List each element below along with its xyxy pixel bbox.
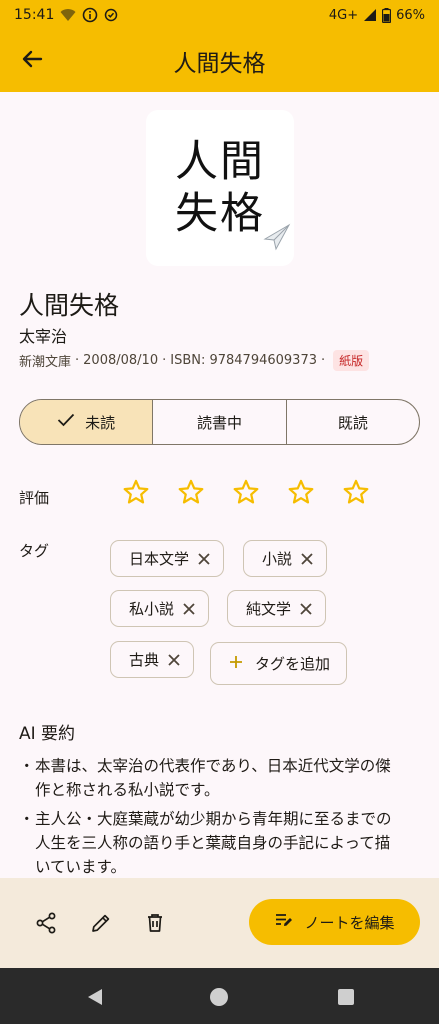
delete-icon[interactable] (140, 908, 170, 938)
nav-recents-icon[interactable] (335, 986, 357, 1008)
meta-separator: · (162, 353, 167, 368)
star-2-icon[interactable] (177, 478, 205, 506)
rating-label: 評価 (19, 489, 50, 507)
meta-separator: · (75, 353, 80, 368)
summary-line: 人生を三人称の語り手と葉蔵自身の手記によって描 (35, 834, 391, 852)
tag-label: 純文学 (246, 600, 292, 618)
book-author: 太宰治 (19, 327, 68, 346)
close-icon[interactable] (299, 602, 313, 616)
tag-chip[interactable]: 古典 (110, 641, 195, 678)
note-edit-icon (274, 911, 294, 933)
add-tag-label: タグを追加 (255, 655, 331, 673)
paper-plane-icon (262, 212, 292, 264)
nav-home-icon[interactable] (208, 986, 230, 1008)
close-icon[interactable] (167, 653, 181, 667)
app-bar: 人間失格 (0, 30, 439, 92)
status-finished-segment[interactable]: 既読 (285, 400, 419, 444)
sync-check-icon (104, 8, 118, 22)
share-icon[interactable] (31, 908, 61, 938)
tag-chip[interactable]: 日本文学 (110, 540, 225, 577)
add-tag-button[interactable]: タグを追加 (210, 642, 348, 685)
nav-back-icon[interactable] (84, 986, 106, 1008)
signal-icon (363, 8, 377, 22)
back-button[interactable] (4, 33, 60, 89)
cover-title-line-2: 失格 (175, 189, 265, 239)
segment-label: 未読 (85, 413, 116, 432)
book-meta: 新潮文庫 · 2008/08/10 · ISBN: 9784794609373 … (19, 350, 370, 371)
plus-icon (229, 655, 243, 673)
tag-chip[interactable]: 私小説 (110, 590, 210, 627)
summary-line: 主人公・大庭葉蔵が幼少期から青年期に至るまでの (35, 810, 392, 828)
system-nav-bar (0, 968, 439, 1024)
list-item: ・ 主人公・大庭葉蔵が幼少期から青年期に至るまでの 人生を三人称の語り手と葉蔵自… (19, 810, 392, 876)
status-unread-segment[interactable]: 未読 (20, 400, 153, 444)
network-type: 4G+ (328, 7, 359, 23)
status-bar: 15:41 4G+ 66% (0, 0, 439, 30)
close-icon[interactable] (182, 602, 196, 616)
close-icon[interactable] (300, 552, 314, 566)
format-badge: 紙版 (333, 350, 370, 371)
status-time: 15:41 (14, 7, 55, 23)
bottom-action-bar: ノートを編集 (0, 878, 439, 968)
segment-label: 読書中 (196, 413, 242, 432)
status-reading-segment[interactable]: 読書中 (152, 400, 285, 444)
info-icon (82, 7, 98, 23)
check-icon (57, 413, 75, 431)
list-item: ・ 本書は、太宰治の代表作であり、日本近代文学の傑 作と称される私小説です。 (19, 757, 391, 799)
book-cover[interactable]: 人間 失格 (146, 110, 294, 266)
tag-chip[interactable]: 純文学 (227, 590, 327, 627)
edit-note-button[interactable]: ノートを編集 (249, 899, 420, 945)
tag-label: 私小説 (129, 600, 175, 618)
reading-status-control: 未読 読書中 既読 (19, 399, 420, 445)
star-4-icon[interactable] (287, 478, 315, 506)
star-3-icon[interactable] (232, 478, 260, 506)
edit-note-label: ノートを編集 (304, 913, 395, 932)
cover-title-line-1: 人間 (175, 137, 265, 187)
tag-chip[interactable]: 小説 (243, 540, 328, 577)
ai-summary-title: AI 要約 (19, 724, 76, 744)
meta-separator: · (321, 353, 326, 368)
tag-label: 日本文学 (129, 550, 190, 568)
wifi-off-icon (60, 8, 76, 22)
battery-icon (382, 7, 392, 23)
star-5-icon[interactable] (342, 478, 370, 506)
tag-label: 小説 (262, 550, 293, 568)
star-1-icon[interactable] (122, 478, 150, 506)
segment-label: 既読 (337, 413, 368, 432)
ai-summary-list: ・ 本書は、太宰治の代表作であり、日本近代文学の傑 作と称される私小説です。 ・… (19, 754, 419, 884)
arrow-back-icon (21, 48, 43, 74)
tag-label: 古典 (129, 651, 160, 669)
edit-icon[interactable] (86, 908, 116, 938)
book-isbn: ISBN: 9784794609373 (170, 353, 317, 368)
tags-label: タグ (19, 542, 50, 560)
page-title: 人間失格 (173, 51, 266, 77)
star-rating (122, 478, 370, 506)
summary-line: 本書は、太宰治の代表作であり、日本近代文学の傑 (35, 757, 391, 775)
summary-line: いています。 (35, 858, 126, 876)
battery-percent: 66% (396, 7, 425, 23)
summary-line: 作と称される私小説です。 (35, 781, 220, 799)
book-title: 人間失格 (19, 291, 120, 320)
close-icon[interactable] (197, 552, 211, 566)
book-publisher: 新潮文庫 (19, 355, 72, 370)
book-date: 2008/08/10 (83, 353, 159, 368)
